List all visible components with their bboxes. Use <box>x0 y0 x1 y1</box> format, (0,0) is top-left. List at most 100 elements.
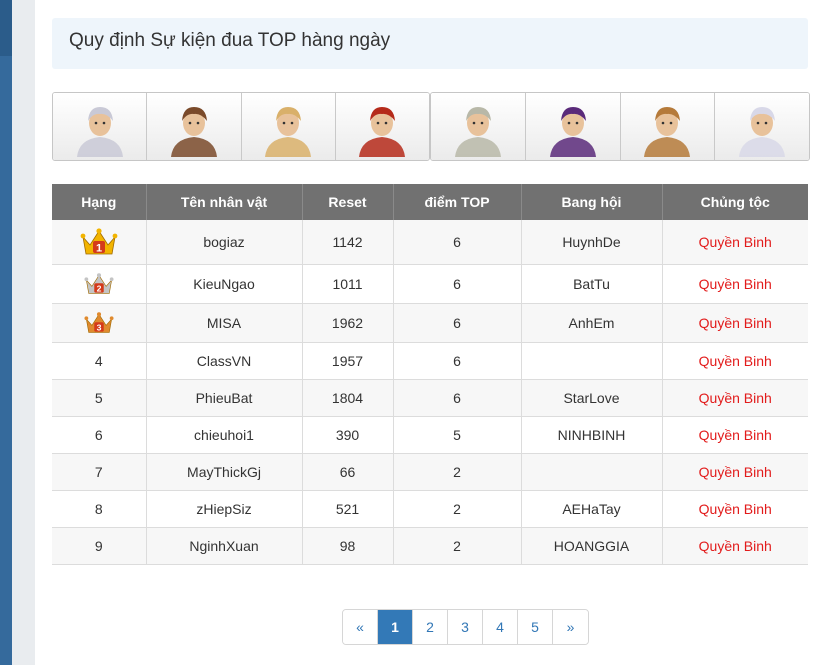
table-header-row: Hạng Tên nhân vật Reset điểm TOP Bang hộ… <box>52 184 808 220</box>
table-row: 9 NginhXuan 98 2 HOANGGIA Quyền Binh <box>52 527 808 565</box>
character-name-cell: bogiaz <box>146 220 303 265</box>
top-points-cell: 2 <box>393 527 522 565</box>
race-cell: Quyền Binh <box>662 527 808 565</box>
top-points-cell: 6 <box>393 303 522 343</box>
ranking-table: Hạng Tên nhân vật Reset điểm TOP Bang hộ… <box>52 184 808 565</box>
race-cell: Quyền Binh <box>662 490 808 528</box>
header-race: Chủng tộc <box>662 184 808 220</box>
reset-cell: 390 <box>302 416 394 454</box>
class-group-left <box>52 92 430 161</box>
pagination-prev-button[interactable]: « <box>343 610 378 644</box>
rank-cell: 2 <box>52 264 147 304</box>
reset-cell: 1142 <box>302 220 394 265</box>
top-points-cell: 5 <box>393 416 522 454</box>
class-button-2[interactable] <box>147 93 242 160</box>
pagination-page-2[interactable]: 2 <box>413 610 448 644</box>
guild-cell: StarLove <box>521 379 663 417</box>
header-reset: Reset <box>302 184 394 220</box>
character-name-cell: MayThickGj <box>146 453 303 491</box>
character-name-cell: MISA <box>146 303 303 343</box>
class-button-7[interactable] <box>620 93 716 160</box>
reset-cell: 1804 <box>302 379 394 417</box>
race-cell: Quyền Binh <box>662 220 808 265</box>
class-button-3[interactable] <box>241 93 336 160</box>
left-sidebar-edge <box>0 0 12 665</box>
top-points-cell: 6 <box>393 342 522 380</box>
race-cell: Quyền Binh <box>662 453 808 491</box>
pagination: « 1 2 3 4 5 » <box>342 609 589 645</box>
reset-cell: 66 <box>302 453 394 491</box>
reset-cell: 1957 <box>302 342 394 380</box>
character-name-cell: zHiepSiz <box>146 490 303 528</box>
gold-crown-icon: 1 <box>80 228 118 255</box>
rank-cell: 3 <box>52 303 147 343</box>
guild-cell: NINHBINH <box>521 416 663 454</box>
class-filter-strip <box>52 92 810 161</box>
silver-crown-icon: 2 <box>84 273 114 294</box>
medal-rank-number: 3 <box>96 323 101 333</box>
rank-cell: 8 <box>52 490 147 528</box>
class-button-8[interactable] <box>715 93 809 160</box>
rank-cell: 7 <box>52 453 147 491</box>
race-cell: Quyền Binh <box>662 416 808 454</box>
top-points-cell: 2 <box>393 453 522 491</box>
guild-cell <box>521 453 663 491</box>
top-points-cell: 6 <box>393 264 522 304</box>
rank-cell: 1 <box>52 220 147 265</box>
reset-cell: 1962 <box>302 303 394 343</box>
table-row: 7 MayThickGj 66 2 Quyền Binh <box>52 453 808 491</box>
pagination-page-1[interactable]: 1 <box>378 610 413 644</box>
guild-cell <box>521 342 663 380</box>
notice-title[interactable]: Quy định Sự kiện đua TOP hàng ngày <box>69 28 390 54</box>
pagination-page-3[interactable]: 3 <box>448 610 483 644</box>
class-portrait-8-icon <box>739 107 786 157</box>
table-row: 3 MISA 1962 6 AnhEm Quyền Binh <box>52 303 808 343</box>
class-button-4[interactable] <box>335 93 429 160</box>
class-button-1[interactable] <box>53 93 148 160</box>
race-cell: Quyền Binh <box>662 342 808 380</box>
class-portrait-5-icon <box>454 107 501 157</box>
guild-cell: HOANGGIA <box>521 527 663 565</box>
class-portrait-1-icon <box>76 107 123 157</box>
table-row: 2 KieuNgao 1011 6 BatTu Quyền Binh <box>52 264 808 304</box>
pagination-page-4[interactable]: 4 <box>483 610 518 644</box>
character-name-cell: KieuNgao <box>146 264 303 304</box>
bronze-crown-icon: 3 <box>84 312 114 333</box>
top-points-cell: 6 <box>393 379 522 417</box>
rank-cell: 6 <box>52 416 147 454</box>
race-cell: Quyền Binh <box>662 379 808 417</box>
guild-cell: HuynhDe <box>521 220 663 265</box>
table-row: 6 chieuhoi1 390 5 NINHBINH Quyền Binh <box>52 416 808 454</box>
table-row: 1 bogiaz 1142 6 HuynhDe Quyền Binh <box>52 220 808 265</box>
top-points-cell: 2 <box>393 490 522 528</box>
rank-cell: 9 <box>52 527 147 565</box>
class-button-6[interactable] <box>525 93 621 160</box>
header-rank: Hạng <box>52 184 147 220</box>
rank-cell: 5 <box>52 379 147 417</box>
pagination-page-5[interactable]: 5 <box>518 610 553 644</box>
medal-rank-number: 2 <box>96 284 101 294</box>
character-name-cell: NginhXuan <box>146 527 303 565</box>
header-top-points: điểm TOP <box>393 184 522 220</box>
content-panel: Quy định Sự kiện đua TOP hàng ngày Hạng … <box>35 0 837 665</box>
guild-cell: BatTu <box>521 264 663 304</box>
class-portrait-3-icon <box>265 107 312 157</box>
character-name-cell: ClassVN <box>146 342 303 380</box>
reset-cell: 521 <box>302 490 394 528</box>
rank-cell: 4 <box>52 342 147 380</box>
reset-cell: 1011 <box>302 264 394 304</box>
reset-cell: 98 <box>302 527 394 565</box>
race-cell: Quyền Binh <box>662 303 808 343</box>
class-portrait-2-icon <box>170 107 217 157</box>
top-points-cell: 6 <box>393 220 522 265</box>
class-portrait-6-icon <box>549 107 596 157</box>
table-row: 8 zHiepSiz 521 2 AEHaTay Quyền Binh <box>52 490 808 528</box>
notice-box: Quy định Sự kiện đua TOP hàng ngày <box>52 18 808 69</box>
table-row: 4 ClassVN 1957 6 Quyền Binh <box>52 342 808 380</box>
header-guild: Bang hội <box>521 184 663 220</box>
guild-cell: AEHaTay <box>521 490 663 528</box>
table-row: 5 PhieuBat 1804 6 StarLove Quyền Binh <box>52 379 808 417</box>
class-portrait-4-icon <box>359 107 406 157</box>
pagination-next-button[interactable]: » <box>553 610 588 644</box>
class-button-5[interactable] <box>431 93 526 160</box>
